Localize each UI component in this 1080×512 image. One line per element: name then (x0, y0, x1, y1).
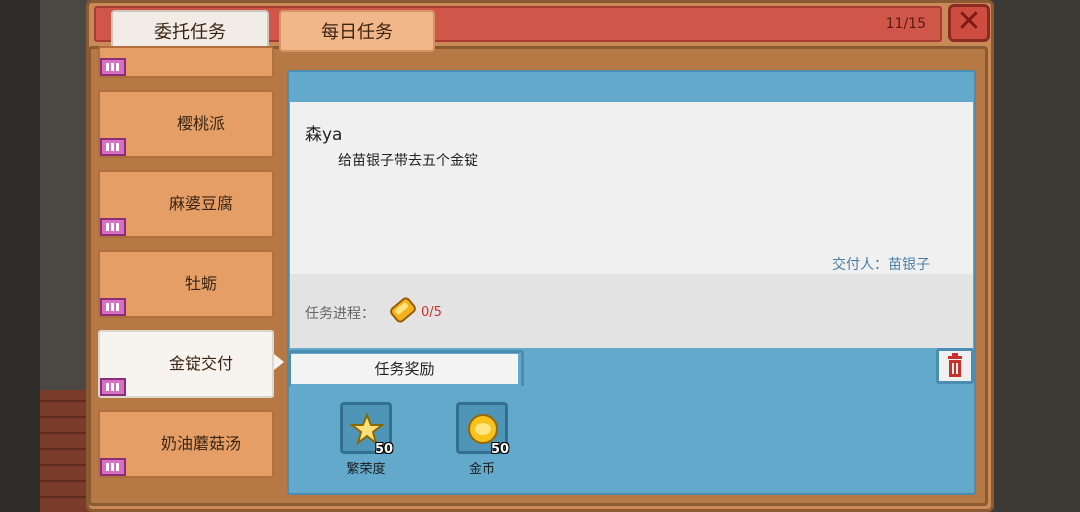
close-button[interactable]: ✕ (948, 4, 990, 42)
description-box (290, 102, 973, 274)
reward-amount: 50 (375, 442, 394, 457)
tab-daily[interactable]: 每日任务 (279, 10, 435, 52)
background-wall (40, 0, 90, 390)
list-item[interactable]: 麻婆豆腐 (98, 170, 274, 238)
calendar-badge-icon (100, 458, 126, 476)
calendar-badge-icon (100, 298, 126, 316)
calendar-badge-icon (100, 218, 126, 236)
selection-arrow (274, 354, 284, 370)
abandon-quest-button[interactable] (936, 348, 974, 384)
deliverer-name: 苗银子 (888, 257, 930, 273)
quest-description: 给苗银子带去五个金锭 (338, 153, 478, 169)
deliverer-label: 交付人： (832, 257, 888, 273)
list-item[interactable]: 牡蛎 (98, 250, 274, 318)
trash-icon (948, 353, 962, 377)
deliverer-info: 交付人：苗银子 (832, 254, 930, 274)
close-icon: ✕ (956, 4, 982, 39)
calendar-badge-icon (100, 138, 126, 156)
reward-amount: 50 (491, 442, 510, 457)
list-item-partial[interactable] (98, 46, 274, 78)
list-item[interactable]: 奶油蘑菇汤 (98, 410, 274, 478)
progress-label: 任务进程： (305, 306, 375, 322)
reward-name: 繁荣度 (346, 462, 386, 477)
calendar-badge-icon (100, 58, 126, 76)
reward-name: 金币 (468, 462, 495, 477)
star-icon (350, 412, 384, 446)
list-item-label: 樱桃派 (176, 114, 225, 133)
list-item-selected[interactable]: 金锭交付 (98, 330, 274, 398)
reward-tab[interactable]: 任务奖励 (291, 354, 518, 384)
requester-name: 森ya (305, 125, 343, 145)
progress-value: 0/5 (421, 305, 442, 320)
list-item-label: 麻婆豆腐 (168, 194, 233, 213)
background-brick-wall (40, 390, 90, 512)
calendar-badge-icon (100, 378, 126, 396)
quest-counter: 11/15 (885, 16, 926, 32)
list-item-label: 奶油蘑菇汤 (160, 434, 241, 453)
gold-coin-icon (468, 414, 498, 444)
list-item-label: 牡蛎 (184, 274, 217, 293)
list-item-label: 金锭交付 (168, 354, 233, 373)
gold-ingot-icon (388, 294, 418, 326)
list-item[interactable]: 樱桃派 (98, 90, 274, 158)
